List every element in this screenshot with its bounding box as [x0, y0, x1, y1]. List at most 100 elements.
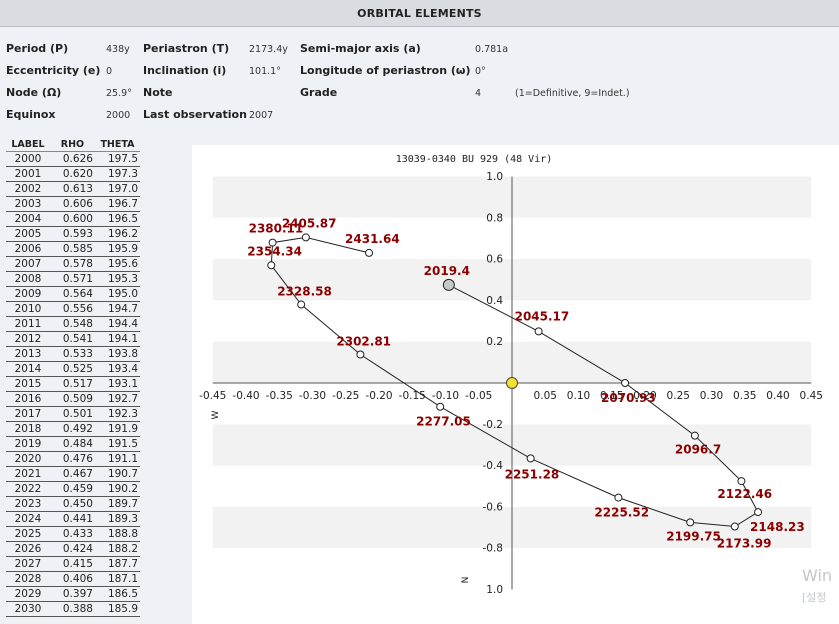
cell-theta: 189.3	[94, 511, 140, 527]
node-label: Node (Ω)	[6, 86, 62, 99]
cell-label: 2012	[6, 331, 50, 347]
cell-rho: 0.441	[49, 511, 95, 527]
cell-label: 2025	[6, 526, 50, 542]
orbit-point-label: 2199.75	[666, 529, 721, 543]
cell-rho: 0.606	[49, 196, 95, 212]
cell-label: 2015	[6, 376, 50, 392]
cell-theta: 194.4	[94, 316, 140, 332]
x-tick-label: -0.25	[332, 390, 359, 402]
cell-rho: 0.556	[49, 301, 95, 317]
cell-theta: 195.6	[94, 256, 140, 272]
longitude-periastron-value: 0°	[475, 66, 486, 77]
cell-theta: 185.9	[94, 601, 140, 617]
cell-rho: 0.501	[49, 406, 95, 422]
y-tick-label: 0.8	[486, 212, 503, 224]
x-tick-label: -0.35	[266, 390, 293, 402]
longitude-periastron-label: Longitude of periastron (ω)	[300, 64, 471, 77]
cell-rho: 0.433	[49, 526, 95, 542]
cell-label: 2013	[6, 346, 50, 362]
cell-theta: 196.2	[94, 226, 140, 242]
orbit-point-label: 2096.7	[675, 443, 721, 457]
orbit-point	[268, 238, 277, 247]
orbit-point-label: 2173.99	[717, 537, 772, 551]
cell-rho: 0.397	[49, 586, 95, 602]
orbit-point	[686, 518, 695, 527]
cell-theta: 189.7	[94, 496, 140, 512]
x-axis-label: W	[211, 410, 221, 419]
cell-theta: 187.1	[94, 571, 140, 587]
cell-theta: 194.7	[94, 301, 140, 317]
cell-theta: 195.9	[94, 241, 140, 257]
semimajor-axis-value: 0.781a	[475, 44, 509, 55]
cell-rho: 0.424	[49, 541, 95, 557]
cell-theta: 196.5	[94, 211, 140, 227]
table-row: 2014 0.525 193.4	[6, 361, 140, 377]
cell-theta: 196.7	[94, 196, 140, 212]
table-row: 2010 0.556 194.7	[6, 301, 140, 317]
orbit-point	[534, 327, 543, 336]
cell-rho: 0.571	[49, 271, 95, 287]
table-row: 2018 0.492 191.9	[6, 421, 140, 437]
orbit-point-label: 2225.52	[594, 506, 649, 520]
cell-theta: 191.9	[94, 421, 140, 437]
table-row: 2026 0.424 188.2	[6, 541, 140, 557]
table-row: 2000 0.626 197.5	[6, 151, 140, 167]
cell-theta: 197.0	[94, 181, 140, 197]
cell-label: 2021	[6, 466, 50, 482]
cell-label: 2016	[6, 391, 50, 407]
orbit-point	[526, 454, 535, 463]
cell-rho: 0.533	[49, 346, 95, 362]
orbit-point-label: 2148.23	[750, 520, 805, 534]
equinox-label: Equinox	[6, 108, 56, 121]
cell-rho: 0.476	[49, 451, 95, 467]
cell-theta: 191.1	[94, 451, 140, 467]
cell-theta: 197.3	[94, 166, 140, 182]
y-tick-label: 0.2	[486, 336, 503, 348]
cell-label: 2017	[6, 406, 50, 422]
y-tick-label: -0.2	[483, 419, 504, 431]
cell-rho: 0.492	[49, 421, 95, 437]
cell-label: 2005	[6, 226, 50, 242]
cell-label: 2009	[6, 286, 50, 302]
orbit-point	[621, 379, 630, 387]
cell-label: 2027	[6, 556, 50, 572]
orbit-point-label: 2302.81	[336, 335, 391, 349]
cell-theta: 195.0	[94, 286, 140, 302]
y-tick-label: -0.6	[483, 501, 504, 513]
x-tick-label: -0.20	[365, 390, 392, 402]
table-row: 2001 0.620 197.3	[6, 166, 140, 182]
x-tick-label: 0.05	[534, 390, 557, 402]
cell-theta: 194.1	[94, 331, 140, 347]
orbit-point	[730, 522, 739, 531]
orbit-point	[614, 493, 623, 502]
cell-theta: 195.3	[94, 271, 140, 287]
ephemeris-header-row: LABEL RHO THETA	[6, 137, 140, 152]
section-header: ORBITAL ELEMENTS	[0, 0, 839, 27]
cell-rho: 0.388	[49, 601, 95, 617]
orbit-point-label: 2328.58	[277, 285, 332, 299]
semimajor-axis-label: Semi-major axis (a)	[300, 42, 421, 55]
table-row: 2028 0.406 187.1	[6, 571, 140, 587]
last-observation-label: Last observation	[143, 108, 247, 121]
table-row: 2012 0.541 194.1	[6, 331, 140, 347]
cell-rho: 0.593	[49, 226, 95, 242]
period-value: 438y	[106, 44, 130, 55]
table-row: 2029 0.397 186.5	[6, 586, 140, 602]
cell-label: 2001	[6, 166, 50, 182]
cell-label: 2019	[6, 436, 50, 452]
equinox-value: 2000	[106, 110, 131, 121]
table-row: 2004 0.600 196.5	[6, 211, 140, 227]
orbit-point-label: 2070.93	[601, 391, 656, 405]
cell-theta: 193.8	[94, 346, 140, 362]
cell-label: 2023	[6, 496, 50, 512]
cell-label: 2022	[6, 481, 50, 497]
table-row: 2005 0.593 196.2	[6, 226, 140, 242]
cell-theta: 193.1	[94, 376, 140, 392]
orbit-point-label: 2431.64	[345, 232, 400, 246]
table-row: 2003 0.606 196.7	[6, 196, 140, 212]
cell-theta: 187.7	[94, 556, 140, 572]
table-row: 2017 0.501 192.3	[6, 406, 140, 422]
eccentricity-label: Eccentricity (e)	[6, 64, 101, 77]
cell-theta: 192.3	[94, 406, 140, 422]
orbit-point-label: 2277.05	[416, 415, 471, 429]
